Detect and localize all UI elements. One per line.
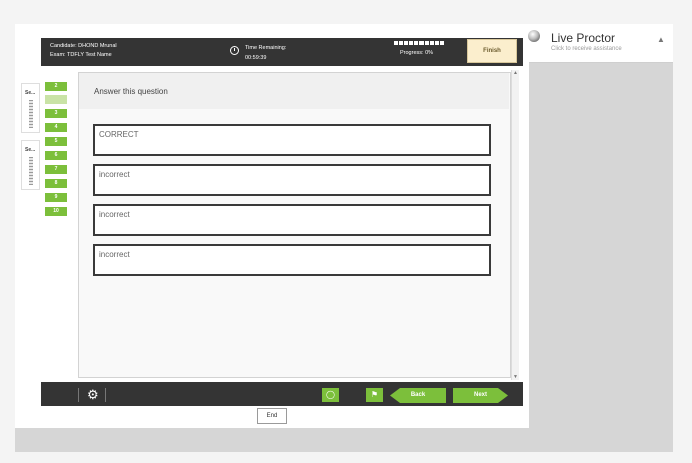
question-number[interactable]: 4	[45, 123, 67, 132]
candidate-name: Candidate: DHOND Mrunal	[50, 43, 117, 49]
next-button[interactable]: Next	[453, 388, 508, 403]
question-prompt: Answer this question	[94, 87, 168, 96]
answer-text: incorrect	[99, 210, 130, 219]
chat-icon[interactable]: ◯	[322, 388, 339, 402]
section-label: Se...	[25, 90, 36, 96]
divider	[78, 388, 79, 402]
divider	[105, 388, 106, 402]
section-label: Se...	[25, 147, 36, 153]
answer-option[interactable]: incorrect	[93, 164, 491, 196]
chevron-up-icon[interactable]: ▲	[657, 35, 665, 44]
time-label: Time Remaining:	[245, 45, 287, 51]
question-number[interactable]: 6	[45, 151, 67, 160]
answer-option[interactable]: incorrect	[93, 204, 491, 236]
question-number[interactable]: 8	[45, 179, 67, 188]
section-tab-2[interactable]: Se...	[21, 140, 40, 190]
section-strip	[29, 157, 33, 185]
question-number[interactable]: 9	[45, 193, 67, 202]
answer-option[interactable]: CORRECT	[93, 124, 491, 156]
scrollbar[interactable]: ▲ ▼	[511, 70, 519, 380]
answer-text: incorrect	[99, 250, 130, 259]
section-tab-1[interactable]: Se...	[21, 83, 40, 133]
progress-text: Progress: 0%	[400, 50, 434, 56]
progress-bar	[394, 41, 444, 45]
section-strip	[29, 100, 33, 128]
clock-icon	[230, 46, 239, 55]
answer-text: incorrect	[99, 170, 130, 179]
live-proctor-panel[interactable]: Live Proctor Click to receive assistance…	[528, 24, 673, 63]
end-button[interactable]: End	[257, 408, 287, 424]
time-remaining: Time Remaining: 00:59:39	[245, 43, 286, 63]
proctor-title: Live Proctor	[551, 31, 616, 45]
finish-button[interactable]: Finish	[467, 39, 517, 63]
candidate-info: Candidate: DHOND Mrunal Exam: TDFLY Test…	[50, 42, 117, 60]
question-number[interactable]: 10	[45, 207, 67, 216]
answer-text: CORRECT	[99, 130, 139, 139]
time-value: 00:59:39	[245, 55, 267, 61]
question-number[interactable]: 2	[45, 82, 67, 91]
footer-bar	[41, 382, 523, 406]
flag-icon[interactable]: ⚑	[366, 388, 383, 402]
back-button[interactable]: Back	[390, 388, 446, 403]
question-number[interactable]: 5	[45, 137, 67, 146]
scroll-down-icon[interactable]: ▼	[513, 374, 518, 380]
status-dot-icon	[528, 30, 540, 42]
scroll-up-icon[interactable]: ▲	[513, 70, 518, 76]
question-number[interactable]: 7	[45, 165, 67, 174]
answer-option[interactable]: incorrect	[93, 244, 491, 276]
question-number-current[interactable]	[45, 95, 67, 104]
exam-name: Exam: TDFLY Test Name	[50, 52, 112, 58]
question-number[interactable]: 3	[45, 109, 67, 118]
gear-icon[interactable]: ⚙	[87, 388, 99, 401]
proctor-subtitle: Click to receive assistance	[551, 46, 622, 52]
